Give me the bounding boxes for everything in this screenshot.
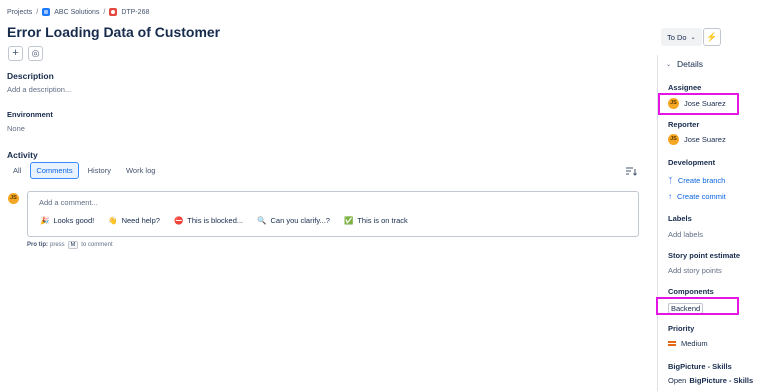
priority-field[interactable]: Medium [668,339,708,348]
watch-button[interactable]: ◎ [28,46,43,61]
tab-work-log[interactable]: Work log [120,162,161,179]
check-icon: ✅ [343,216,354,225]
components-label: Components [668,287,714,296]
create-commit-link[interactable]: ↑ Create commit [668,192,726,201]
wave-icon: 👋 [108,216,118,225]
create-commit-label: Create commit [677,192,726,201]
status-label: To Do [667,32,687,42]
environment-heading: Environment [7,110,53,119]
tab-all[interactable]: All [7,162,27,179]
chevron-down-icon: ⌄ [690,34,696,41]
commit-icon: ↑ [668,192,672,201]
story-points-field[interactable]: Add story points [668,266,722,275]
development-label: Development [668,158,716,167]
pro-tip: Pro tip: press M to comment [27,241,113,249]
reporter-name: Jose Suarez [684,135,726,144]
magnifier-icon: 🔍 [257,216,267,225]
activity-heading: Activity [7,150,38,160]
avatar: JS [668,134,679,145]
sort-icon[interactable] [626,166,637,176]
tab-comments[interactable]: Comments [30,162,79,179]
breadcrumb-project[interactable]: ABC Solutions [54,9,99,16]
description-field[interactable]: Add a description... [7,85,71,94]
details-toggle[interactable]: ⌄ Details [666,59,703,69]
priority-label: Priority [668,324,695,333]
bigpicture-prefix: Open [668,376,687,385]
details-heading: Details [677,59,704,69]
breadcrumb-projects[interactable]: Projects [7,9,32,16]
quick-reply-need-help[interactable]: 👋 Need help? [108,216,160,225]
branch-icon: ᛉ [668,176,673,185]
quick-reply-label: Looks good! [53,216,95,225]
no-entry-icon: ⛔ [173,216,184,225]
issue-title[interactable]: Error Loading Data of Customer [7,24,220,40]
party-icon: 🎉 [40,216,50,225]
quick-reply-label: Need help? [121,216,160,225]
breadcrumb-separator: / [36,8,39,16]
quick-replies: 🎉 Looks good! 👋 Need help? ⛔ This is blo… [40,216,422,225]
quick-reply-looks-good[interactable]: 🎉 Looks good! [40,216,94,225]
comment-box[interactable] [27,191,639,237]
reporter-field[interactable]: JS Jose Suarez [668,134,726,145]
quick-reply-label: This is blocked... [187,216,244,225]
automation-button[interactable]: ⚡ [703,28,721,46]
activity-tabs: All Comments History Work log [7,162,164,179]
create-branch-link[interactable]: ᛉ Create branch [668,176,725,185]
highlight-box [658,93,739,115]
pro-tip-text: to comment [81,242,113,248]
quick-reply-on-track[interactable]: ✅ This is on track [344,216,408,225]
quick-reply-label: This is on track [357,216,408,225]
labels-field[interactable]: Add labels [668,230,703,239]
breadcrumb-issue-key[interactable]: DTP-268 [121,9,149,16]
watch-icon: ◎ [31,48,40,58]
priority-medium-icon [668,340,676,348]
create-branch-label: Create branch [677,176,726,185]
shortcut-key: M [67,241,79,249]
comment-input[interactable]: Add a comment... [39,198,98,207]
description-heading: Description [7,71,54,81]
highlight-box [656,297,739,315]
environment-field[interactable]: None [7,124,25,133]
bolt-icon: ⚡ [706,31,718,42]
bug-icon [109,8,118,16]
labels-label: Labels [668,214,692,223]
quick-reply-blocked[interactable]: ⛔ This is blocked... [174,216,243,225]
bigpicture-link-label: BigPicture - Skills [689,376,754,385]
quick-reply-label: Can you clarify...? [270,216,330,225]
quick-reply-clarify[interactable]: 🔍 Can you clarify...? [257,216,330,225]
breadcrumb-separator: / [103,8,106,16]
project-icon [42,8,51,16]
breadcrumb: Projects / ABC Solutions / DTP-268 [7,8,149,16]
assignee-label: Assignee [668,83,702,92]
add-button[interactable]: + [8,46,23,61]
reporter-label: Reporter [668,120,700,129]
story-points-label: Story point estimate [668,251,741,260]
bigpicture-label: BigPicture - Skills [668,362,732,371]
bigpicture-link[interactable]: Open BigPicture - Skills [668,376,753,385]
status-dropdown[interactable]: To Do ⌄ [661,28,702,46]
pro-tip-text: press [50,242,65,248]
pro-tip-label: Pro tip: [27,242,48,248]
plus-icon: + [12,47,19,59]
avatar: JS [8,193,19,204]
priority-value: Medium [681,339,708,348]
tab-history[interactable]: History [82,162,117,179]
chevron-down-icon: ⌄ [666,61,672,68]
